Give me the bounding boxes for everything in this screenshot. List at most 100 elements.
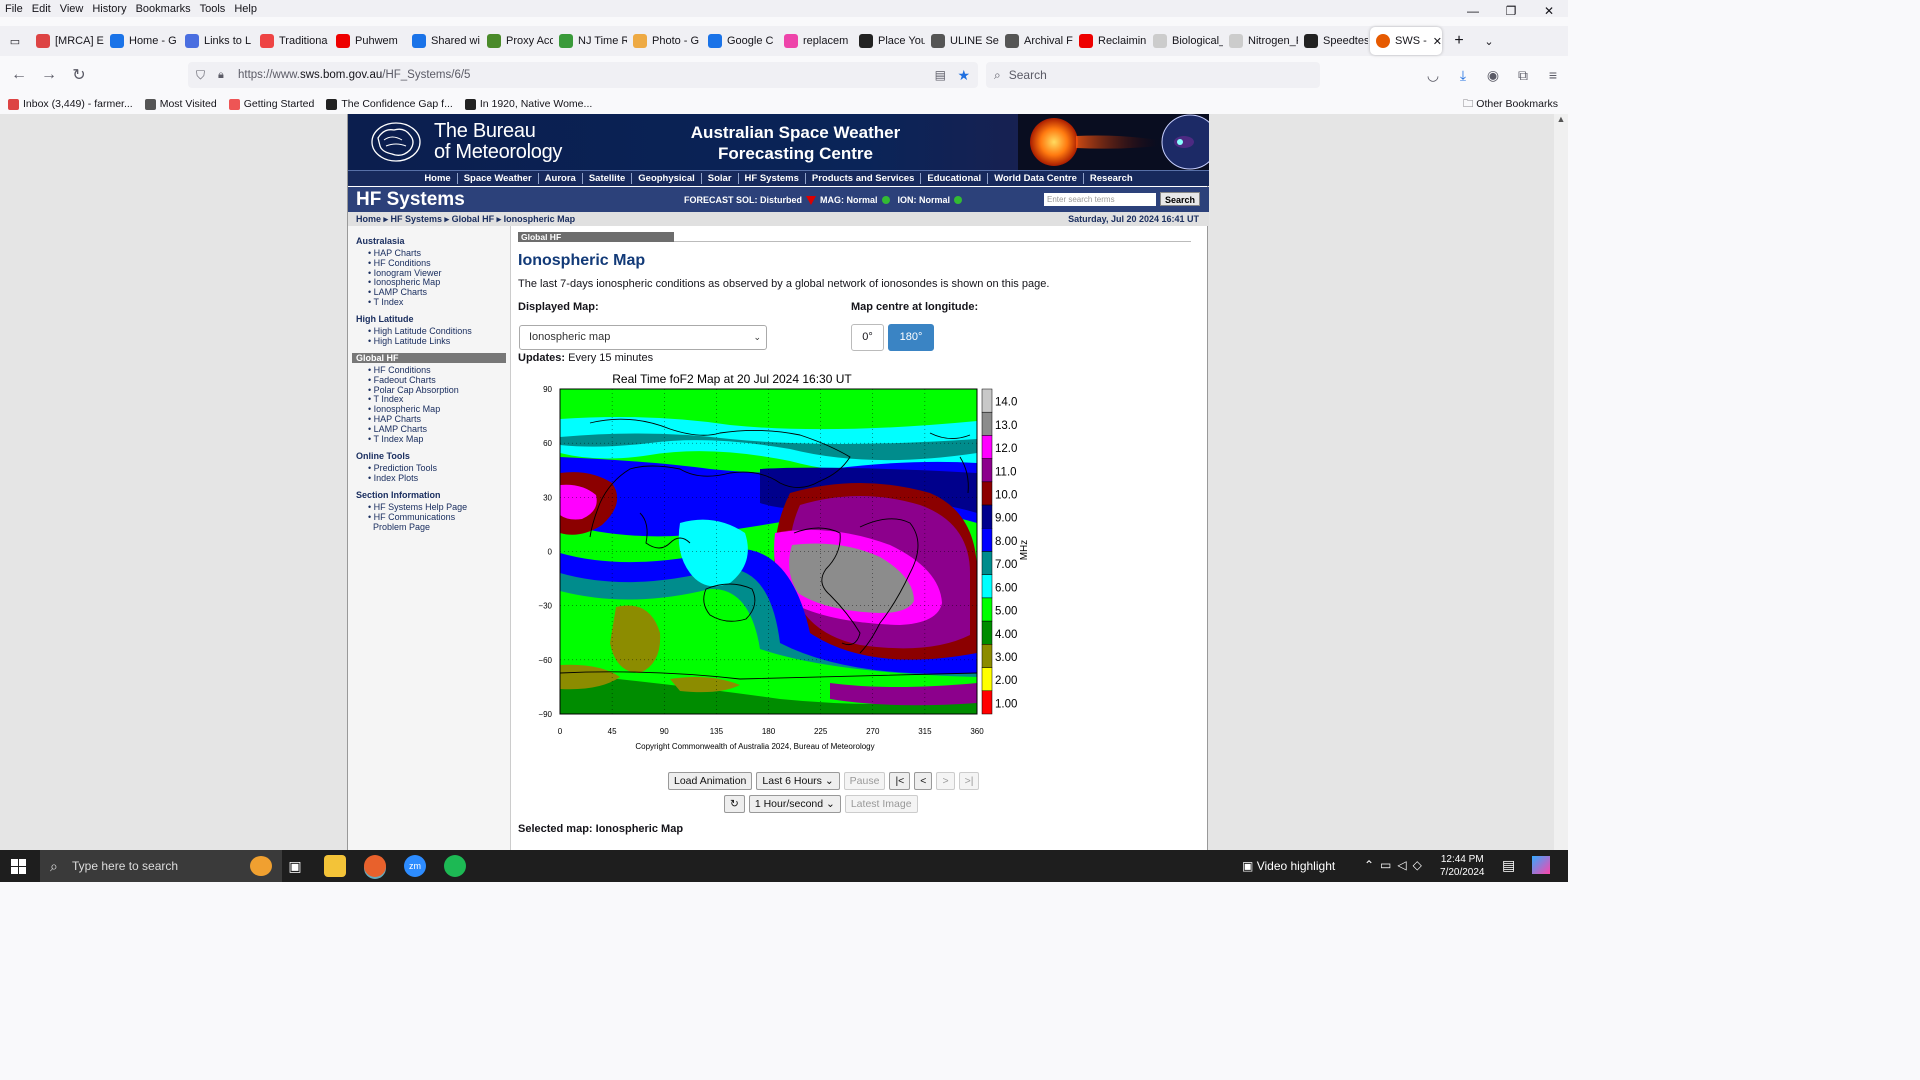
browser-tab[interactable]: Traditiona — [254, 27, 330, 55]
browser-tab[interactable]: Puhwem — [330, 27, 406, 55]
extensions-icon[interactable]: ⧉ — [1508, 60, 1538, 90]
leftnav-item[interactable]: HAP Charts — [368, 248, 421, 258]
copilot-icon[interactable] — [1532, 856, 1550, 874]
other-bookmarks[interactable]: 🗀︎ Other Bookmarks — [1463, 96, 1558, 114]
browser-tab[interactable]: Google C — [702, 27, 778, 55]
reload-icon[interactable]: ↻ — [64, 65, 94, 85]
forward-icon[interactable]: → — [34, 66, 64, 84]
bookmark-item[interactable]: Inbox (3,449) - farmer... — [8, 98, 133, 110]
leftnav-item[interactable]: HF Systems Help Page — [368, 502, 468, 512]
reader-view-icon[interactable]: ▤ — [935, 68, 946, 82]
leftnav-item[interactable]: Fadeout Charts — [368, 375, 436, 385]
tab-close-icon[interactable]: ✕ — [1433, 35, 1442, 48]
site-nav-link[interactable]: Solar — [702, 173, 739, 184]
next-frame-button[interactable]: > — [936, 772, 955, 790]
bookmark-item[interactable]: In 1920, Native Wome... — [464, 98, 592, 110]
menu-item[interactable]: Tools — [200, 3, 226, 15]
browser-tab[interactable]: Photo - G — [627, 27, 702, 55]
browser-tab[interactable]: NJ Time R — [553, 27, 627, 55]
longitude-0-button[interactable]: 0° — [851, 324, 884, 351]
browser-tab[interactable]: Speedtes — [1298, 27, 1368, 55]
vertical-scrollbar[interactable]: ▲ — [1554, 114, 1568, 850]
menu-item[interactable]: Help — [234, 3, 257, 15]
pause-button[interactable]: Pause — [843, 772, 886, 790]
leftnav-item[interactable]: T Index Map — [368, 434, 424, 444]
restore-icon[interactable]: ❐ — [1492, 0, 1530, 22]
leftnav-item[interactable]: Index Plots — [368, 473, 419, 483]
browser-tab[interactable]: Home - G — [104, 27, 179, 55]
longitude-180-button[interactable]: 180° — [888, 324, 934, 351]
tab-list-chevron-icon[interactable]: ⌄ — [1474, 27, 1504, 55]
leftnav-item[interactable]: Prediction Tools — [368, 463, 437, 473]
windows-start-icon[interactable] — [11, 859, 26, 874]
pocket-icon[interactable]: ◡ — [1418, 60, 1448, 90]
site-nav-link[interactable]: World Data Centre — [988, 173, 1084, 184]
bookmark-item[interactable]: Most Visited — [144, 98, 217, 110]
leftnav-item[interactable]: T Index — [368, 394, 404, 404]
hours-select[interactable]: Last 6 Hours ⌄ — [756, 772, 840, 790]
shield-icon[interactable]: ⛉ — [196, 68, 205, 83]
bookmark-item[interactable]: Getting Started — [228, 98, 314, 110]
browser-tab[interactable]: Shared wi — [406, 27, 481, 55]
file-explorer-icon[interactable] — [324, 855, 346, 877]
map-select[interactable]: Ionospheric map ⌄ — [519, 325, 767, 350]
leftnav-item[interactable]: Ionogram Viewer — [368, 268, 442, 278]
leftnav-item[interactable]: LAMP Charts — [368, 424, 427, 434]
site-nav-link[interactable]: Satellite — [583, 173, 633, 184]
close-icon[interactable]: ✕ — [1530, 0, 1568, 22]
leftnav-item[interactable]: Problem Page — [373, 522, 430, 532]
leftnav-section-globalhf[interactable]: Global HF — [352, 353, 506, 363]
browser-tab[interactable]: replacem — [778, 27, 853, 55]
spotify-icon[interactable] — [444, 855, 466, 877]
clock[interactable]: 12:44 PM 7/20/2024 — [1440, 853, 1485, 879]
site-nav-link[interactable]: Educational — [921, 173, 989, 184]
system-tray-icons[interactable]: ⌃▭◁◇ — [1364, 858, 1428, 872]
back-icon[interactable]: ← — [4, 66, 34, 84]
leftnav-item[interactable]: HF Communications — [368, 512, 456, 522]
minimize-icon[interactable]: — — [1454, 0, 1492, 22]
notifications-icon[interactable]: ▤ — [1502, 857, 1515, 874]
downloads-icon[interactable]: ⤓ — [1448, 60, 1478, 90]
refresh-icon[interactable]: ↻ — [724, 795, 745, 813]
menu-item[interactable]: Bookmarks — [136, 3, 191, 15]
site-nav-link[interactable]: Home — [418, 173, 458, 184]
site-nav-link[interactable]: Aurora — [539, 173, 583, 184]
account-icon[interactable]: ◉ — [1478, 60, 1508, 90]
bookmark-star-icon[interactable]: ★ — [957, 67, 970, 84]
browser-tab[interactable]: [MRCA] E — [30, 27, 104, 55]
site-nav-link[interactable]: Space Weather — [458, 173, 539, 184]
leftnav-section-highlat[interactable]: High Latitude — [356, 314, 414, 324]
prev-frame-button[interactable]: < — [914, 772, 933, 790]
taskbar-search[interactable]: ⌕ Type here to search — [40, 850, 282, 882]
url-bar[interactable]: ⛉ 🔒︎ https://www.sws.bom.gov.au/HF_Syste… — [188, 62, 978, 88]
browser-tab[interactable]: Reclaimin — [1073, 27, 1147, 55]
latest-image-button[interactable]: Latest Image — [844, 795, 918, 813]
leftnav-item[interactable]: HF Conditions — [368, 258, 431, 268]
leftnav-item[interactable]: T Index — [368, 297, 404, 307]
site-nav-link[interactable]: Products and Services — [806, 173, 922, 184]
leftnav-item[interactable]: High Latitude Conditions — [368, 326, 472, 336]
browser-tab[interactable]: Biological_nit — [1147, 27, 1223, 55]
load-animation-button[interactable]: Load Animation — [668, 772, 753, 790]
leftnav-item[interactable]: HF Conditions — [368, 365, 431, 375]
speed-select[interactable]: 1 Hour/second ⌄ — [748, 795, 841, 813]
menu-item[interactable]: View — [60, 3, 84, 15]
leftnav-item[interactable]: HAP Charts — [368, 414, 421, 424]
leftnav-section-section[interactable]: Section Information — [356, 490, 441, 500]
browser-tab[interactable]: Place You — [853, 27, 925, 55]
browser-tab[interactable]: Links to L — [179, 27, 254, 55]
task-view-icon[interactable]: ▣ — [284, 855, 306, 877]
browser-tab[interactable]: ULINE Se — [925, 27, 999, 55]
browser-tab[interactable]: Proxy Acc — [481, 27, 553, 55]
site-search-input[interactable]: Enter search terms — [1044, 193, 1156, 206]
leftnav-item[interactable]: Ionospheric Map — [368, 277, 441, 287]
menu-item[interactable]: File — [5, 3, 23, 15]
leftnav-item[interactable]: High Latitude Links — [368, 336, 451, 346]
site-nav-link[interactable]: Geophysical — [632, 173, 702, 184]
first-frame-button[interactable]: |< — [889, 772, 911, 790]
tab-active[interactable]: SWS - ✕ — [1370, 27, 1442, 55]
bookmark-item[interactable]: The Confidence Gap f... — [326, 98, 453, 110]
last-frame-button[interactable]: >| — [958, 772, 980, 790]
leftnav-item[interactable]: Polar Cap Absorption — [368, 385, 459, 395]
leftnav-item[interactable]: Ionospheric Map — [368, 404, 441, 414]
